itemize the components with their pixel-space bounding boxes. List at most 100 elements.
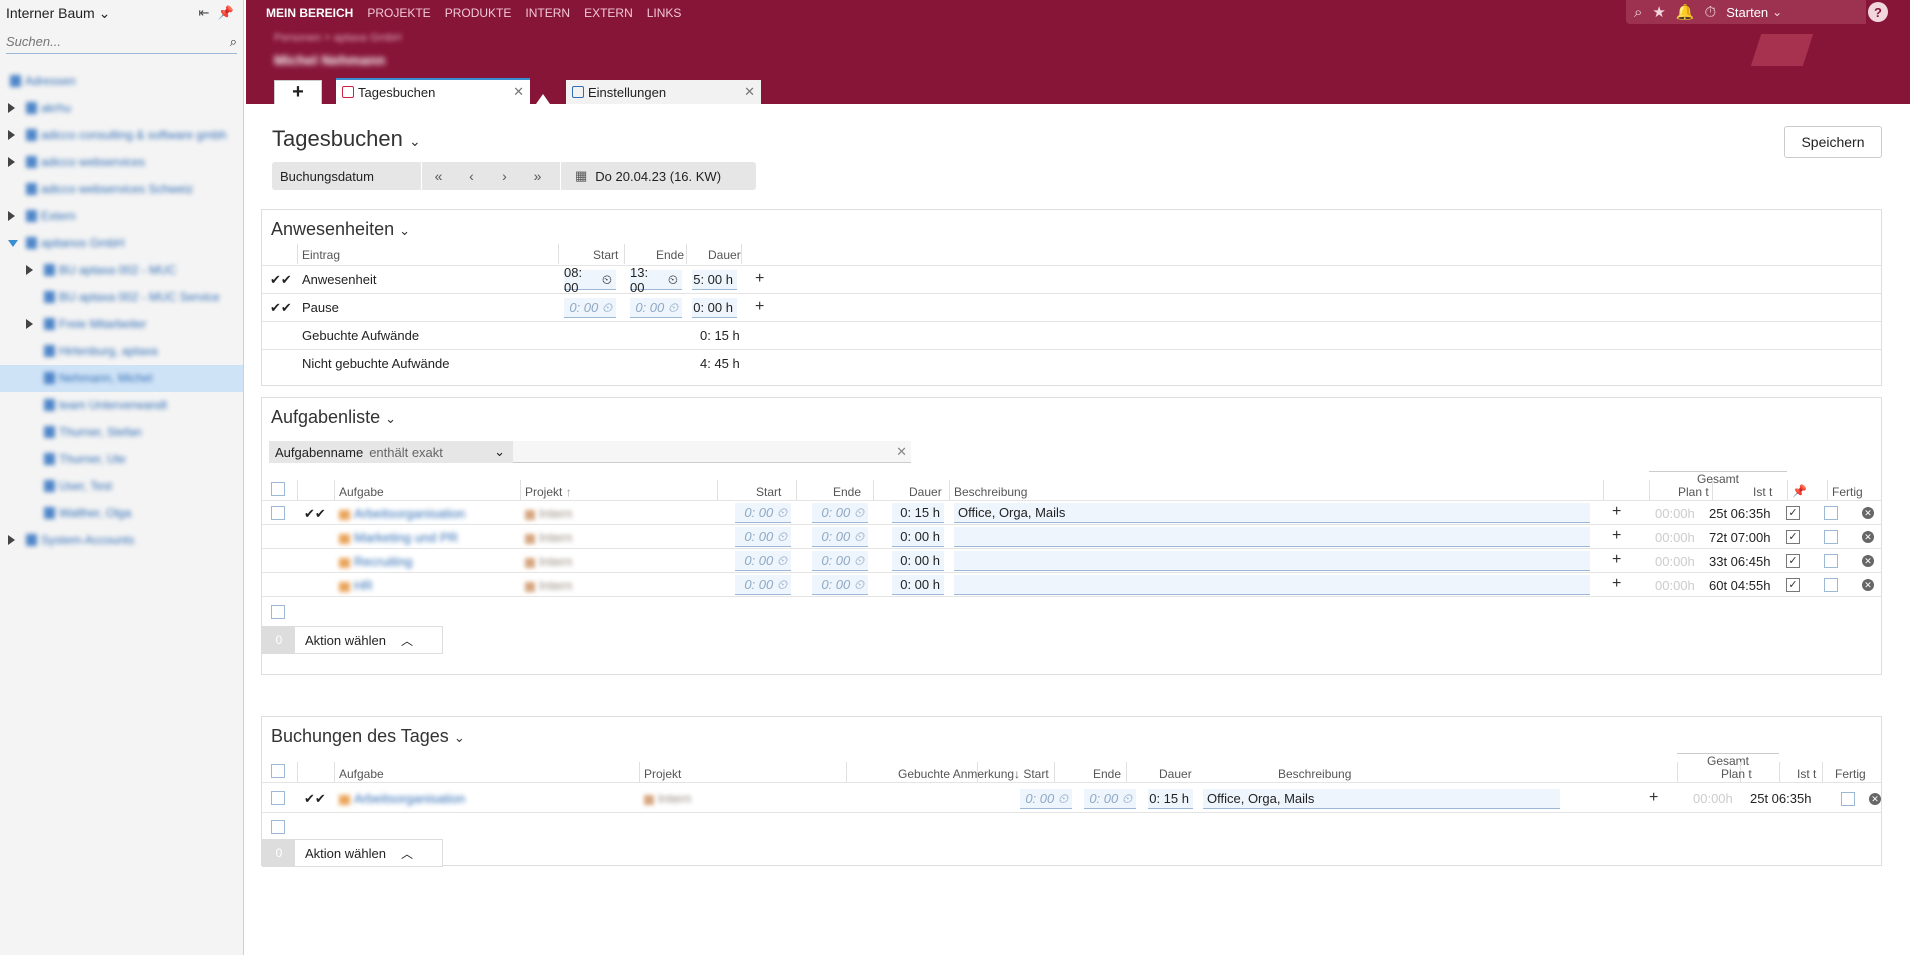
- end-input[interactable]: 0: 00 ⏲: [812, 551, 868, 571]
- search-icon[interactable]: ⌕: [1634, 4, 1642, 21]
- search-input[interactable]: [6, 34, 230, 49]
- remove-icon[interactable]: ✕: [1862, 507, 1874, 519]
- row-checkbox[interactable]: [271, 605, 285, 619]
- save-button[interactable]: Speichern: [1784, 126, 1882, 158]
- tree-item[interactable]: Adressen: [0, 68, 243, 95]
- add-button[interactable]: +: [1612, 503, 1621, 521]
- row-checkbox[interactable]: [271, 820, 285, 834]
- fertig-checkbox[interactable]: [1824, 530, 1838, 544]
- close-icon[interactable]: ✕: [513, 84, 524, 100]
- tree-item[interactable]: User, Test: [0, 473, 243, 500]
- page-title[interactable]: Tagesbuchen ⌄: [272, 126, 421, 152]
- tree-item[interactable]: adicco consulting & software gmbh: [0, 122, 243, 149]
- fertig-checkbox[interactable]: [1824, 506, 1838, 520]
- expanded-arrow-icon[interactable]: [8, 240, 18, 247]
- chevron-up-icon[interactable]: ︿: [395, 845, 419, 862]
- pin-icon[interactable]: 📌: [215, 3, 237, 23]
- section-title[interactable]: Buchungen des Tages ⌄: [271, 726, 465, 747]
- action-select[interactable]: Aktion wählen: [295, 633, 395, 648]
- duration-input[interactable]: 0: 00 h: [892, 551, 944, 571]
- remove-icon[interactable]: ✕: [1862, 531, 1874, 543]
- duration-input[interactable]: 5: 00 h: [692, 270, 737, 290]
- add-button[interactable]: +: [1612, 575, 1621, 593]
- description-input[interactable]: Office, Orga, Mails: [954, 503, 1590, 523]
- next-icon[interactable]: ›: [488, 168, 521, 184]
- remove-icon[interactable]: ✕: [1862, 579, 1874, 591]
- select-all-checkbox[interactable]: [271, 764, 285, 778]
- description-input[interactable]: [954, 575, 1590, 595]
- tree-item[interactable]: System-Accounts: [0, 527, 243, 554]
- tree-item[interactable]: Thurner, Stefan: [0, 419, 243, 446]
- add-button[interactable]: +: [1649, 789, 1658, 807]
- pinned-checkbox[interactable]: ✓: [1786, 530, 1800, 544]
- clear-icon[interactable]: ✕: [896, 444, 907, 460]
- end-input[interactable]: 0: 00 ⏲: [630, 298, 682, 318]
- tree-item[interactable]: akrhu: [0, 95, 243, 122]
- nav-projekte[interactable]: PROJEKTE: [367, 6, 430, 20]
- breadcrumb[interactable]: Personen > aptaxa GmbH: [274, 32, 402, 44]
- task-name[interactable]: Marketing und PR: [339, 530, 458, 545]
- tree-item[interactable]: BU aptaxa 002 - MUC: [0, 257, 243, 284]
- last-icon[interactable]: »: [521, 168, 554, 184]
- add-tab-button[interactable]: +: [274, 80, 322, 104]
- remove-icon[interactable]: ✕: [1862, 555, 1874, 567]
- collapsed-arrow-icon[interactable]: [26, 265, 33, 275]
- collapsed-arrow-icon[interactable]: [8, 211, 15, 221]
- add-button[interactable]: +: [1612, 527, 1621, 545]
- pinned-checkbox[interactable]: ✓: [1786, 554, 1800, 568]
- star-icon[interactable]: ★: [1652, 3, 1665, 21]
- tree-item[interactable]: team Unterverwandt: [0, 392, 243, 419]
- collapse-icon[interactable]: ⇤: [193, 3, 215, 23]
- help-icon[interactable]: ?: [1868, 2, 1888, 22]
- nav-mein-bereich[interactable]: MEIN BEREICH: [266, 6, 353, 20]
- start-input[interactable]: 0: 00 ⏲: [735, 575, 791, 595]
- task-name[interactable]: Recruiting: [339, 554, 413, 569]
- col-projekt[interactable]: Projekt ↑: [525, 485, 572, 499]
- select-all-checkbox[interactable]: [271, 482, 285, 496]
- start-input[interactable]: 0: 00 ⏲: [735, 551, 791, 571]
- row-checkbox[interactable]: [271, 791, 285, 805]
- filter-field[interactable]: Aufgabenname enthält exakt ⌄: [269, 441, 513, 463]
- pinned-checkbox[interactable]: ✓: [1786, 506, 1800, 520]
- duration-input[interactable]: 0: 00 h: [892, 575, 944, 595]
- collapsed-arrow-icon[interactable]: [26, 319, 33, 329]
- task-name[interactable]: Arbeitsorganisation: [339, 506, 465, 521]
- start-input[interactable]: 0: 00 ⏲: [735, 503, 791, 523]
- add-button[interactable]: +: [755, 298, 764, 316]
- tree-item[interactable]: BU aptaxa 002 - MUC Service: [0, 284, 243, 311]
- nav-extern[interactable]: EXTERN: [584, 6, 633, 20]
- collapsed-arrow-icon[interactable]: [8, 535, 15, 545]
- description-input[interactable]: [954, 551, 1590, 571]
- start-input[interactable]: 08: 00 ⏲: [564, 265, 616, 295]
- collapsed-arrow-icon[interactable]: [8, 103, 15, 113]
- tree-item[interactable]: Extern: [0, 203, 243, 230]
- fertig-checkbox[interactable]: [1841, 792, 1855, 806]
- description-input[interactable]: [954, 527, 1590, 547]
- start-input[interactable]: 0: 00 ⏲: [564, 298, 616, 318]
- filter-value-input[interactable]: ✕: [513, 441, 911, 463]
- end-input[interactable]: 13: 00 ⏲: [630, 265, 682, 295]
- nav-intern[interactable]: INTERN: [525, 6, 570, 20]
- remove-icon[interactable]: ✕: [1869, 793, 1881, 805]
- collapsed-arrow-icon[interactable]: [8, 130, 15, 140]
- add-button[interactable]: +: [1612, 551, 1621, 569]
- end-input[interactable]: 0: 00 ⏲: [812, 527, 868, 547]
- duration-input[interactable]: 0: 00 h: [692, 298, 737, 318]
- add-button[interactable]: +: [755, 270, 764, 288]
- nav-produkte[interactable]: PRODUKTE: [445, 6, 512, 20]
- tree-item[interactable]: adicco webservices Schweiz: [0, 176, 243, 203]
- tree-item[interactable]: Thurner, Ute: [0, 446, 243, 473]
- task-name[interactable]: Arbeitsorganisation: [339, 791, 465, 806]
- tab-einstellungen[interactable]: Einstellungen ✕: [566, 80, 761, 104]
- search-icon[interactable]: ⌕: [230, 34, 237, 50]
- fertig-checkbox[interactable]: [1824, 578, 1838, 592]
- prev-icon[interactable]: ‹: [455, 168, 488, 184]
- duration-input[interactable]: 0: 15 h: [1148, 789, 1193, 809]
- chevron-down-icon[interactable]: ⌄: [1772, 5, 1782, 19]
- start-input[interactable]: 0: 00 ⏲: [735, 527, 791, 547]
- bell-icon[interactable]: 🔔: [1676, 3, 1695, 21]
- tree-item[interactable]: apitanos GmbH: [0, 230, 243, 257]
- task-name[interactable]: HR: [339, 578, 373, 593]
- tree-item[interactable]: Hirtenburg, aptaxa: [0, 338, 243, 365]
- tree-item[interactable]: Freie Mitarbeiter: [0, 311, 243, 338]
